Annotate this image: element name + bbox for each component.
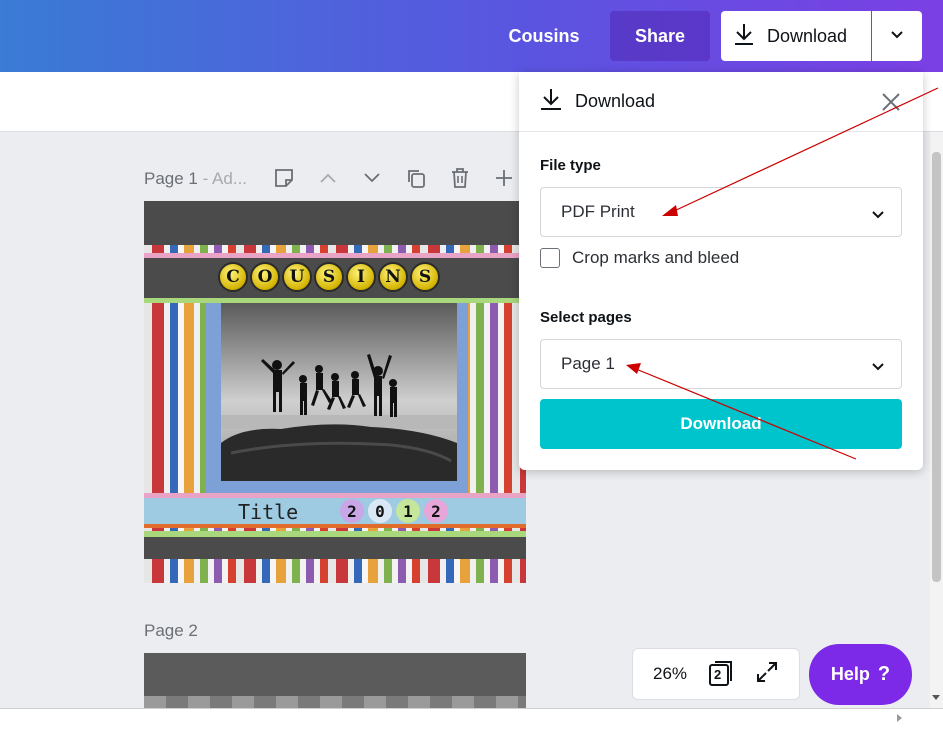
scroll-down-arrow-icon[interactable]	[932, 695, 940, 700]
banner-letter: O	[250, 262, 280, 292]
chevron-down-icon	[871, 357, 885, 377]
select-pages-select[interactable]: Page 1	[540, 339, 902, 389]
file-type-select[interactable]: PDF Print	[540, 187, 902, 237]
orange-stripe	[144, 524, 526, 528]
fullscreen-icon[interactable]	[755, 660, 779, 689]
share-button[interactable]: Share	[610, 11, 710, 61]
zoom-level[interactable]: 26%	[653, 664, 687, 684]
question-icon: ?	[877, 663, 891, 685]
crop-marks-checkbox[interactable]	[540, 248, 560, 268]
select-pages-value: Page 1	[561, 354, 615, 373]
year-digit: 2	[424, 499, 448, 523]
title-ribbon	[144, 498, 526, 524]
title-placeholder-text[interactable]: Title	[238, 500, 298, 524]
close-icon[interactable]	[879, 90, 903, 114]
download-icon	[539, 87, 563, 116]
banner-letter: N	[378, 262, 408, 292]
crop-marks-row: Crop marks and bleed	[540, 248, 739, 268]
top-header: Cousins Share Download	[0, 0, 943, 72]
download-icon	[733, 22, 755, 51]
chevron-up-icon[interactable]	[314, 164, 342, 192]
design-page-2[interactable]	[144, 653, 526, 708]
duplicate-icon[interactable]	[402, 164, 430, 192]
page1-label-text: Page 1	[144, 169, 198, 188]
chevron-down-icon	[890, 27, 904, 45]
scrollbar-thumb[interactable]	[932, 152, 941, 582]
pages-icon[interactable]: 2	[707, 660, 735, 688]
design-name[interactable]: Cousins	[496, 14, 592, 58]
page1-title-hint[interactable]: - Ad...	[198, 169, 247, 188]
page1-label: Page 1 - Ad...	[144, 169, 247, 189]
plus-icon[interactable]	[490, 164, 518, 192]
header-download-button[interactable]: Download	[721, 11, 871, 61]
chevron-down-icon[interactable]	[358, 164, 386, 192]
zoom-control: 26% 2	[632, 648, 800, 700]
file-type-label: File type	[540, 157, 601, 174]
select-pages-label: Select pages	[540, 309, 632, 326]
panel-download-button[interactable]: Download	[540, 399, 902, 449]
top-dark-band	[144, 201, 526, 245]
cousins-banner: C O U S I N S	[218, 262, 440, 292]
banner-letter: S	[410, 262, 440, 292]
year-digit: 2	[340, 499, 364, 523]
scroll-right-arrow-icon[interactable]	[897, 714, 902, 722]
panel-header: Download	[519, 72, 923, 132]
bottom-dark-band	[144, 537, 526, 559]
page-count: 2	[714, 667, 722, 682]
chevron-down-icon	[871, 205, 885, 225]
year-badges: 2 0 1 2	[340, 499, 448, 523]
download-options-toggle[interactable]	[872, 11, 922, 61]
year-digit: 0	[368, 499, 392, 523]
design-page-1[interactable]: C O U S I N S Title 2 0 1 2	[144, 201, 526, 583]
vertical-scrollbar[interactable]	[930, 132, 943, 708]
help-label: Help	[830, 664, 870, 684]
page2-checker-band	[144, 696, 526, 708]
trash-icon[interactable]	[446, 164, 474, 192]
page2-label: Page 2	[144, 621, 198, 640]
horizontal-scrollbar[interactable]	[0, 708, 943, 730]
download-panel: Download File type PDF Print Crop marks …	[519, 72, 923, 470]
help-button[interactable]: Help ?	[809, 644, 912, 705]
crop-marks-label[interactable]: Crop marks and bleed	[572, 248, 739, 268]
year-digit: 1	[396, 499, 420, 523]
page-tools	[270, 164, 518, 192]
banner-letter: U	[282, 262, 312, 292]
banner-letter: S	[314, 262, 344, 292]
banner-letter: C	[218, 262, 248, 292]
file-type-value: PDF Print	[561, 202, 635, 221]
panel-title: Download	[575, 91, 656, 111]
group-photo[interactable]	[221, 303, 457, 481]
note-icon[interactable]	[270, 164, 298, 192]
header-download-label: Download	[767, 25, 848, 46]
banner-letter: I	[346, 262, 376, 292]
